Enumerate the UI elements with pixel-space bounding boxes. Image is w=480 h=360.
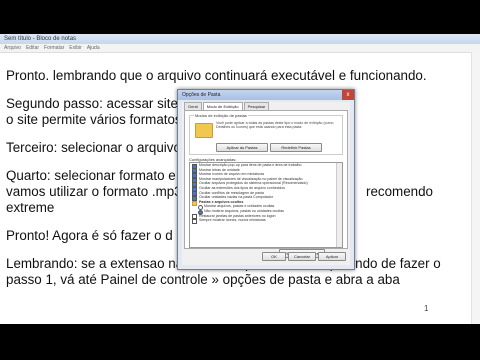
text-line-1: Pronto. lembrando que o arquivo continua…: [6, 68, 427, 83]
advanced-setting-label: Mostrar descrição pop-up para itens de p…: [199, 163, 302, 167]
folder-views-group: Modos de exibição de pastas Você pode ap…: [189, 113, 343, 155]
page-number: 1: [424, 304, 429, 313]
apply-to-folders-button[interactable]: Aplicar às Pastas: [216, 143, 268, 152]
dialog-tabs: Geral Modo de Exibição Pesquisar: [182, 102, 350, 110]
menu-edit[interactable]: Editar: [26, 44, 39, 52]
advanced-setting-label: Ocultar unidades vazias na pasta Computa…: [199, 195, 273, 200]
notepad-title: Sem título - Bloco de notas: [4, 36, 77, 42]
text-line-5: Quarto: selecionar formato e: [6, 168, 176, 183]
menu-help[interactable]: Ajuda: [87, 44, 100, 52]
dialog-title: Opções de Pasta: [182, 92, 221, 98]
tab-general[interactable]: Geral: [184, 102, 202, 110]
folder-views-title: Modos de exibição de pastas: [194, 113, 248, 118]
advanced-setting-label: Mostrar arquivos, pastas e unidades ocul…: [204, 204, 275, 209]
text-line-3: o site permite vários formatos: [6, 112, 182, 127]
checkbox[interactable]: [192, 218, 197, 224]
advanced-setting-item[interactable]: Sempre mostrar ícones, nunca miniaturas: [190, 218, 342, 224]
tab-search[interactable]: Pesquisar: [243, 102, 270, 110]
advanced-setting-label: Mostrar letras de unidade: [199, 167, 240, 172]
reset-folders-button[interactable]: Redefinir Pastas: [270, 143, 322, 152]
dialog-title-bar: Opções de Pasta x: [178, 90, 354, 100]
ok-button[interactable]: OK: [262, 252, 286, 261]
advanced-setting-label: Ocultar arquivos protegidos do sistema o…: [199, 181, 308, 186]
view-tab-panel: Modos de exibição de pastas Você pode ap…: [184, 110, 348, 258]
advanced-setting-label: Não mostrar arquivos, pastas ou unidades…: [204, 208, 284, 213]
apply-button[interactable]: Aplicar: [318, 252, 346, 261]
tab-view[interactable]: Modo de Exibição: [202, 102, 243, 110]
notepad-title-bar: Sem título - Bloco de notas: [0, 34, 480, 44]
cancel-button[interactable]: Cancelar: [288, 252, 316, 261]
folder-views-description: Você pode aplicar a todas as pastas dest…: [216, 121, 334, 130]
advanced-setting-label: Ocultar as extensões dos tipos de arquiv…: [199, 185, 286, 190]
text-line-7: extreme: [6, 200, 55, 215]
menu-view[interactable]: Exibir: [69, 44, 82, 52]
text-line-10: passo 1, vá até Painel de controle » opç…: [6, 272, 400, 287]
advanced-setting-label: Restaurar janelas de pastas anteriores n…: [199, 213, 276, 218]
text-line-2: Segundo passo: acessar site: [6, 96, 178, 111]
advanced-settings-list[interactable]: Mostrar descrição pop-up para itens de p…: [189, 162, 343, 248]
folder-icon: [195, 123, 213, 138]
advanced-setting-label: Pastas e arquivos ocultos: [199, 199, 244, 204]
advanced-list-scrollbar[interactable]: [336, 163, 342, 247]
advanced-setting-label: Ocultar conflitos de mesclagem de pasta: [199, 190, 264, 195]
notepad-scrollbar[interactable]: [471, 52, 480, 324]
folder-options-dialog: Opções de Pasta x Geral Modo de Exibição…: [177, 89, 355, 270]
menu-format[interactable]: Formatar: [44, 44, 64, 52]
dialog-close-button[interactable]: x: [342, 90, 354, 100]
dialog-body: Geral Modo de Exibição Pesquisar Modos d…: [182, 102, 350, 265]
notepad-menu-bar: Arquivo Editar Formatar Exibir Ajuda: [0, 44, 480, 53]
advanced-setting-label: Mostrar ícones de arquivo em miniaturas: [199, 172, 265, 177]
advanced-setting-label: Sempre mostrar ícones, nunca miniaturas: [199, 218, 266, 223]
advanced-setting-label: Mostrar manipuladores de visualização no…: [199, 176, 303, 181]
text-line-6b: recomendo: [366, 184, 433, 199]
text-line-6: vamos utilizar o formato .mp3: [6, 184, 182, 199]
menu-file[interactable]: Arquivo: [4, 44, 21, 52]
